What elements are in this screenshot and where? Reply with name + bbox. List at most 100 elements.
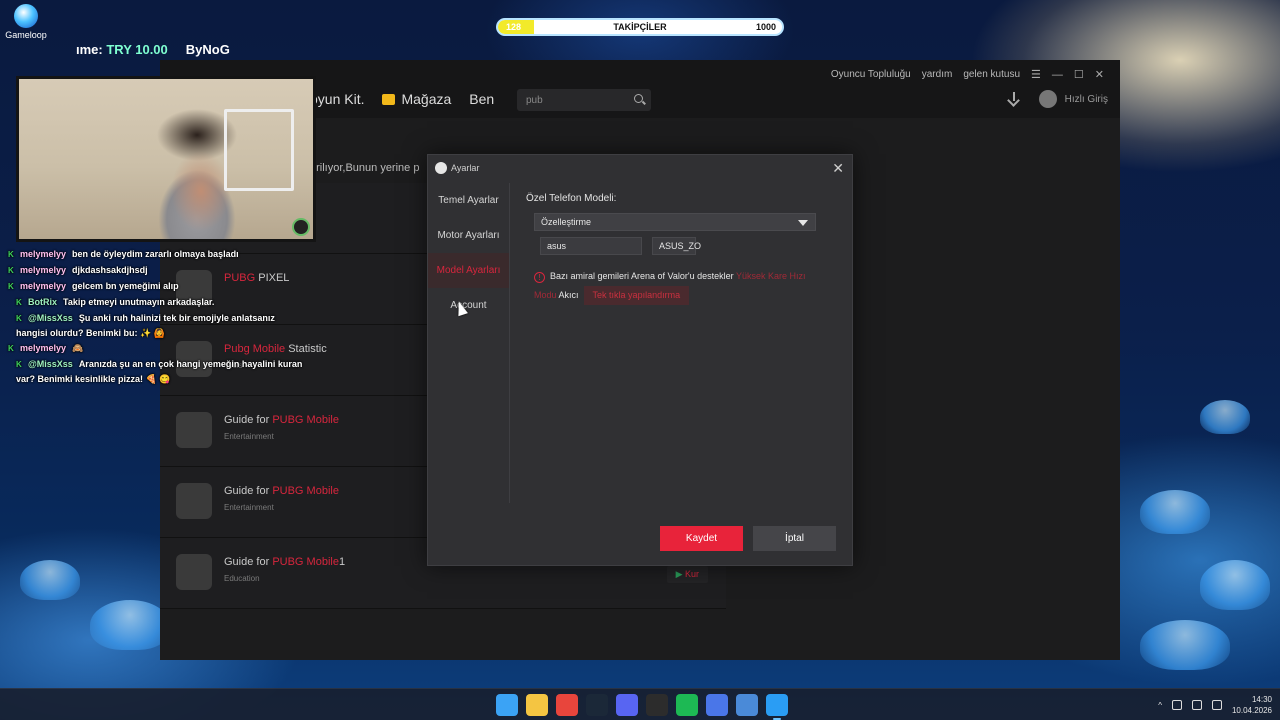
webcam-feed bbox=[19, 79, 313, 239]
dialog-title: Ayarlar bbox=[451, 163, 480, 173]
result-title-prefix: Guide for bbox=[224, 414, 273, 426]
link-help[interactable]: yardım bbox=[922, 69, 953, 80]
install-button[interactable]: Kur bbox=[666, 566, 708, 583]
app-thumbnail-icon bbox=[176, 412, 212, 448]
gameloop-icon bbox=[14, 4, 38, 28]
settings-tab[interactable]: Motor Ayarları bbox=[428, 218, 509, 253]
steam-icon[interactable] bbox=[586, 694, 608, 716]
store-icon bbox=[382, 94, 396, 105]
clock[interactable]: 14:30 10.04.2026 bbox=[1232, 694, 1272, 716]
taskbar-apps bbox=[496, 694, 788, 720]
obs-icon[interactable] bbox=[646, 694, 668, 716]
avatar[interactable] bbox=[1038, 90, 1057, 108]
minimize-icon[interactable]: — bbox=[1052, 69, 1063, 81]
settings-tab[interactable]: Model Ayarları bbox=[428, 253, 509, 288]
file-explorer-icon[interactable] bbox=[526, 694, 548, 716]
dialog-header: Ayarlar ✕ bbox=[428, 155, 852, 183]
chat-text: djkdashsakdjhsdj bbox=[72, 265, 148, 275]
network-icon[interactable] bbox=[1191, 700, 1202, 710]
warning-tail: Akıcı bbox=[558, 290, 579, 300]
chrome-icon[interactable] bbox=[556, 694, 578, 716]
search-notice: erilıyor,Bunun yerine p bbox=[310, 162, 420, 174]
flower-petal bbox=[1200, 560, 1270, 610]
result-title: Guide for PUBG Mobile1 bbox=[224, 556, 345, 568]
chat-username[interactable]: melymelyy bbox=[20, 343, 66, 353]
result-category: Entertainment bbox=[224, 432, 274, 441]
app-thumbnail-icon bbox=[176, 554, 212, 590]
webcam-shelf bbox=[224, 109, 294, 191]
result-category: Entertainment bbox=[224, 503, 274, 512]
clock-time: 14:30 bbox=[1251, 695, 1272, 704]
app-grid-icon[interactable] bbox=[736, 694, 758, 716]
system-tray: ^ 14:30 10.04.2026 bbox=[1158, 694, 1272, 716]
chat-username[interactable]: melymelyy bbox=[20, 265, 66, 275]
brand-field[interactable]: asus bbox=[540, 237, 642, 255]
clock-date: 10.04.2026 bbox=[1231, 706, 1272, 715]
desktop-gameloop-shortcut[interactable]: Gameloop bbox=[4, 4, 48, 40]
settings-tab[interactable]: Temel Ayarlar bbox=[428, 183, 509, 218]
windows-start-icon[interactable] bbox=[496, 694, 518, 716]
chat-text: gelcem bn yemeğimi alıp bbox=[72, 281, 179, 291]
chat-username[interactable]: @MissXss bbox=[28, 313, 73, 323]
microphone-icon[interactable] bbox=[1171, 700, 1182, 710]
flower-petal bbox=[1140, 620, 1230, 670]
webcam-overlay bbox=[16, 76, 316, 242]
chat-badge-icon: K bbox=[8, 282, 14, 291]
menu-icon[interactable]: ☰ bbox=[1031, 68, 1041, 81]
chevron-down-icon bbox=[798, 220, 808, 226]
dialog-close-icon[interactable]: ✕ bbox=[832, 160, 844, 177]
model-label: Özel Telefon Modeli: bbox=[526, 193, 617, 204]
chevron-up-icon[interactable]: ^ bbox=[1158, 701, 1162, 710]
nav-me[interactable]: Ben bbox=[469, 91, 494, 107]
result-title-suffix: 1 bbox=[338, 556, 346, 568]
app-blue-icon[interactable] bbox=[706, 694, 728, 716]
chat-message: Kmelymelyy gelcem bn yemeğimi alıp bbox=[8, 279, 308, 294]
chat-badge-icon: K bbox=[16, 298, 22, 307]
chat-message: K @MissXss Şu anki ruh halinizi tek bir em… bbox=[8, 311, 308, 340]
info-icon: ! bbox=[534, 272, 545, 283]
close-icon[interactable]: ✕ bbox=[1095, 68, 1104, 81]
follower-goal-bar: 128 TAKİPÇİLER 1000 bbox=[496, 18, 784, 36]
result-title: Guide for PUBG Mobile bbox=[224, 414, 339, 426]
chat-message: Kmelymelyy djkdashsakdjhsdj bbox=[8, 263, 308, 278]
one-click-config-button[interactable]: Tek tıkla yapılandırma bbox=[583, 286, 690, 305]
result-title-highlight: PUBG Mobile bbox=[272, 414, 339, 426]
chat-text: Takip etmeyi unutmayın arkadaşlar. bbox=[63, 297, 215, 307]
link-inbox[interactable]: gelen kutusu bbox=[963, 69, 1020, 80]
gameloop-icon[interactable] bbox=[766, 694, 788, 720]
ticker-name: ByNoG bbox=[185, 42, 230, 57]
chat-text: 🙈 bbox=[72, 343, 84, 353]
gameloop-logo-icon bbox=[435, 162, 447, 174]
chat-text: ben de öyleydim zararlı olmaya başladı bbox=[72, 249, 239, 259]
maximize-icon[interactable]: ☐ bbox=[1074, 68, 1084, 81]
dialog-footer: Kaydet İptal bbox=[660, 526, 836, 551]
search-input[interactable] bbox=[517, 89, 617, 111]
volume-icon[interactable] bbox=[1211, 700, 1222, 710]
cancel-button[interactable]: İptal bbox=[753, 526, 836, 551]
chat-username[interactable]: melymelyy bbox=[20, 249, 66, 259]
settings-sidebar: Temel Ayarlar Motor Ayarları Model Ayarlar… bbox=[428, 183, 510, 503]
nav-store[interactable]: Mağaza bbox=[382, 91, 451, 107]
result-title: Guide for PUBG Mobile bbox=[224, 485, 339, 497]
model-select[interactable]: Özelleştirme bbox=[534, 213, 816, 231]
user-area: Hızlı Giriş bbox=[1007, 90, 1108, 108]
chat-username[interactable]: @MissXss bbox=[28, 359, 73, 369]
nav-game-kit[interactable]: oyun Kit. bbox=[310, 91, 364, 107]
search-icon[interactable] bbox=[634, 94, 643, 103]
flower-petal bbox=[20, 560, 80, 600]
chat-username[interactable]: BotRix bbox=[28, 297, 57, 307]
result-title-highlight: PUBG Mobile bbox=[272, 556, 339, 568]
download-icon[interactable] bbox=[1007, 92, 1021, 106]
model-field[interactable]: ASUS_ZO bbox=[652, 237, 701, 255]
link-community[interactable]: Oyuncu Topluluğu bbox=[831, 69, 911, 80]
nav-store-label: Mağaza bbox=[401, 91, 452, 107]
flower-petal bbox=[1140, 490, 1210, 534]
model-warning: ! Bazı amiral gemileri Arena of Valor'u d… bbox=[534, 267, 826, 305]
settings-tab[interactable]: Account bbox=[428, 288, 509, 323]
spotify-icon[interactable] bbox=[676, 694, 698, 716]
discord-icon[interactable] bbox=[616, 694, 638, 716]
save-button[interactable]: Kaydet bbox=[660, 526, 743, 551]
flower-petal bbox=[90, 600, 170, 650]
quick-login[interactable]: Hızlı Giriş bbox=[1065, 94, 1108, 105]
chat-username[interactable]: melymelyy bbox=[20, 281, 66, 291]
